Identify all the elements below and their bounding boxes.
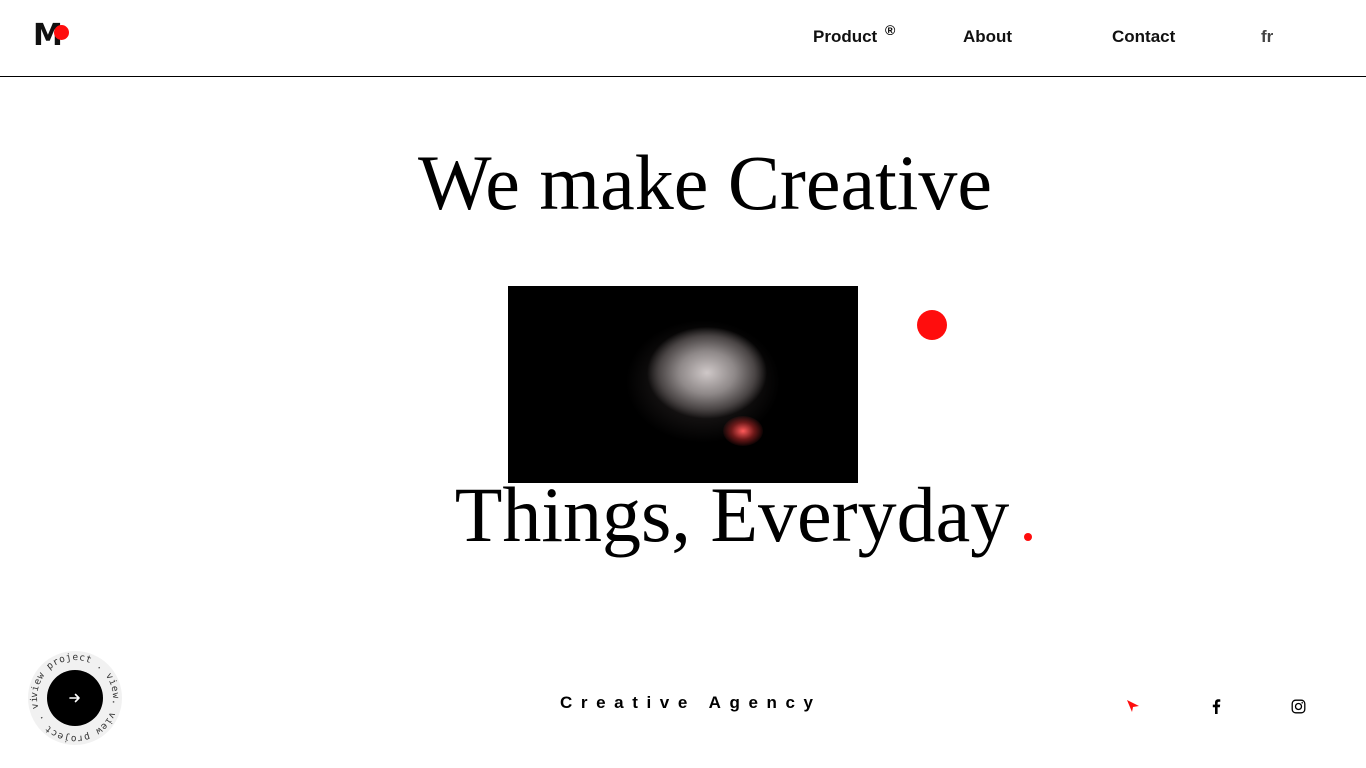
nav-product[interactable]: Product (813, 26, 877, 48)
sculpture-glint (723, 416, 763, 446)
logo[interactable]: M (33, 20, 73, 52)
hero-video[interactable] (508, 286, 858, 483)
hero-line-2: Things, Everyday (454, 471, 1010, 558)
sculpture-image (603, 294, 803, 469)
nav-contact[interactable]: Contact (1112, 26, 1175, 48)
instagram-icon[interactable] (1288, 696, 1308, 716)
view-project-badge[interactable]: view project . view. view project . view… (28, 651, 122, 745)
language-switch[interactable]: fr (1261, 26, 1273, 48)
logo-dot (54, 25, 69, 40)
nav-about[interactable]: About (963, 26, 1012, 48)
tagline: Creative Agency (560, 693, 822, 712)
cursor-dot (917, 310, 947, 340)
arrow-right-icon (69, 693, 80, 703)
facebook-icon[interactable] (1206, 696, 1226, 716)
view-project-button[interactable] (47, 670, 103, 726)
headline-period-dot (1024, 533, 1032, 541)
hero-line-1: We make Creative (417, 139, 993, 226)
site-header: M Product ® About Contact fr (0, 0, 1366, 77)
send-icon[interactable] (1123, 696, 1143, 716)
registered-mark: ® (885, 22, 896, 38)
